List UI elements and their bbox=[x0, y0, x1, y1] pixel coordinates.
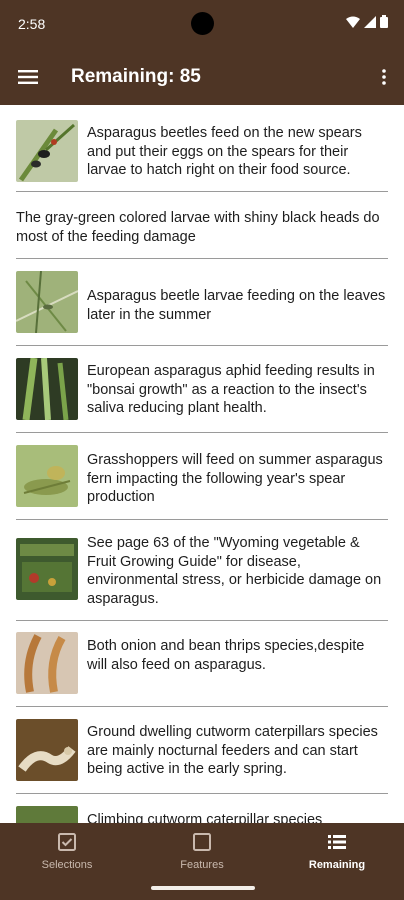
square-icon bbox=[193, 833, 211, 851]
overflow-menu-button[interactable] bbox=[374, 62, 394, 92]
status-time: 2:58 bbox=[18, 16, 46, 32]
item-thumbnail bbox=[16, 271, 78, 333]
item-text: Ground dwelling cutworm caterpillars spe… bbox=[87, 724, 378, 777]
nav-selections-label: Selections bbox=[41, 859, 93, 871]
item-text: The gray-green colored larvae with shiny… bbox=[16, 210, 380, 245]
item-thumbnail bbox=[16, 120, 78, 182]
thrips-image bbox=[16, 632, 78, 694]
status-icons bbox=[346, 15, 388, 28]
item-thumbnail bbox=[16, 445, 78, 507]
signal-icon bbox=[364, 15, 376, 28]
fruit-growing-guide-image bbox=[16, 538, 78, 600]
item-text: See page 63 of the "Wyoming vegetable & … bbox=[87, 535, 382, 607]
list-item[interactable]: Asparagus beetles feed on the new spears… bbox=[16, 105, 388, 192]
nav-features-label: Features bbox=[180, 859, 224, 871]
aphid-bonsai-image bbox=[16, 358, 78, 420]
cutworm-image bbox=[16, 719, 78, 781]
list-item[interactable]: Both onion and bean thrips species,despi… bbox=[16, 620, 388, 707]
beetle-larvae-image bbox=[16, 271, 78, 333]
app-bar: Remaining: 85 bbox=[0, 48, 404, 105]
list-item[interactable]: Asparagus beetle larvae feeding on the l… bbox=[16, 258, 388, 346]
menu-button[interactable] bbox=[12, 62, 44, 92]
home-indicator[interactable] bbox=[151, 886, 255, 890]
item-text: Asparagus beetles feed on the new spears… bbox=[87, 125, 362, 178]
wifi-icon bbox=[346, 16, 360, 28]
nav-remaining-label: Remaining bbox=[308, 859, 366, 871]
nav-features[interactable]: Features bbox=[135, 831, 269, 871]
status-bar: 2:58 bbox=[0, 0, 404, 48]
item-thumbnail bbox=[16, 632, 78, 694]
item-thumbnail bbox=[16, 806, 78, 823]
item-text: Grasshoppers will feed on summer asparag… bbox=[87, 452, 383, 505]
page-title: Remaining: 85 bbox=[71, 66, 201, 87]
remaining-list[interactable]: Asparagus beetles feed on the new spears… bbox=[0, 105, 404, 823]
item-thumbnail bbox=[16, 358, 78, 420]
item-thumbnail bbox=[16, 538, 78, 600]
climbing-cutworm-image bbox=[16, 806, 78, 823]
more-vert-icon bbox=[382, 69, 386, 85]
item-text: Climbing cutworm caterpillar species bbox=[87, 812, 323, 823]
checkbox-icon bbox=[58, 833, 76, 851]
camera-cutout bbox=[191, 12, 214, 35]
asparagus-beetle-image bbox=[16, 120, 78, 182]
list-item[interactable]: Grasshoppers will feed on summer asparag… bbox=[16, 432, 388, 520]
item-text: European asparagus aphid feeding results… bbox=[87, 363, 375, 416]
grasshopper-image bbox=[16, 445, 78, 507]
item-thumbnail bbox=[16, 719, 78, 781]
list-item[interactable]: Ground dwelling cutworm caterpillars spe… bbox=[16, 706, 388, 794]
nav-selections[interactable]: Selections bbox=[0, 831, 134, 871]
battery-icon bbox=[380, 15, 388, 28]
list-item[interactable]: Climbing cutworm caterpillar species bbox=[16, 793, 388, 823]
list-item[interactable]: European asparagus aphid feeding results… bbox=[16, 345, 388, 433]
nav-remaining[interactable]: Remaining bbox=[270, 831, 404, 871]
item-text: Both onion and bean thrips species,despi… bbox=[87, 638, 365, 673]
list-item[interactable]: See page 63 of the "Wyoming vegetable & … bbox=[16, 519, 388, 621]
hamburger-icon bbox=[18, 70, 38, 84]
list-icon bbox=[328, 835, 346, 849]
item-text: Asparagus beetle larvae feeding on the l… bbox=[87, 288, 386, 323]
list-item[interactable]: The gray-green colored larvae with shiny… bbox=[16, 191, 388, 259]
